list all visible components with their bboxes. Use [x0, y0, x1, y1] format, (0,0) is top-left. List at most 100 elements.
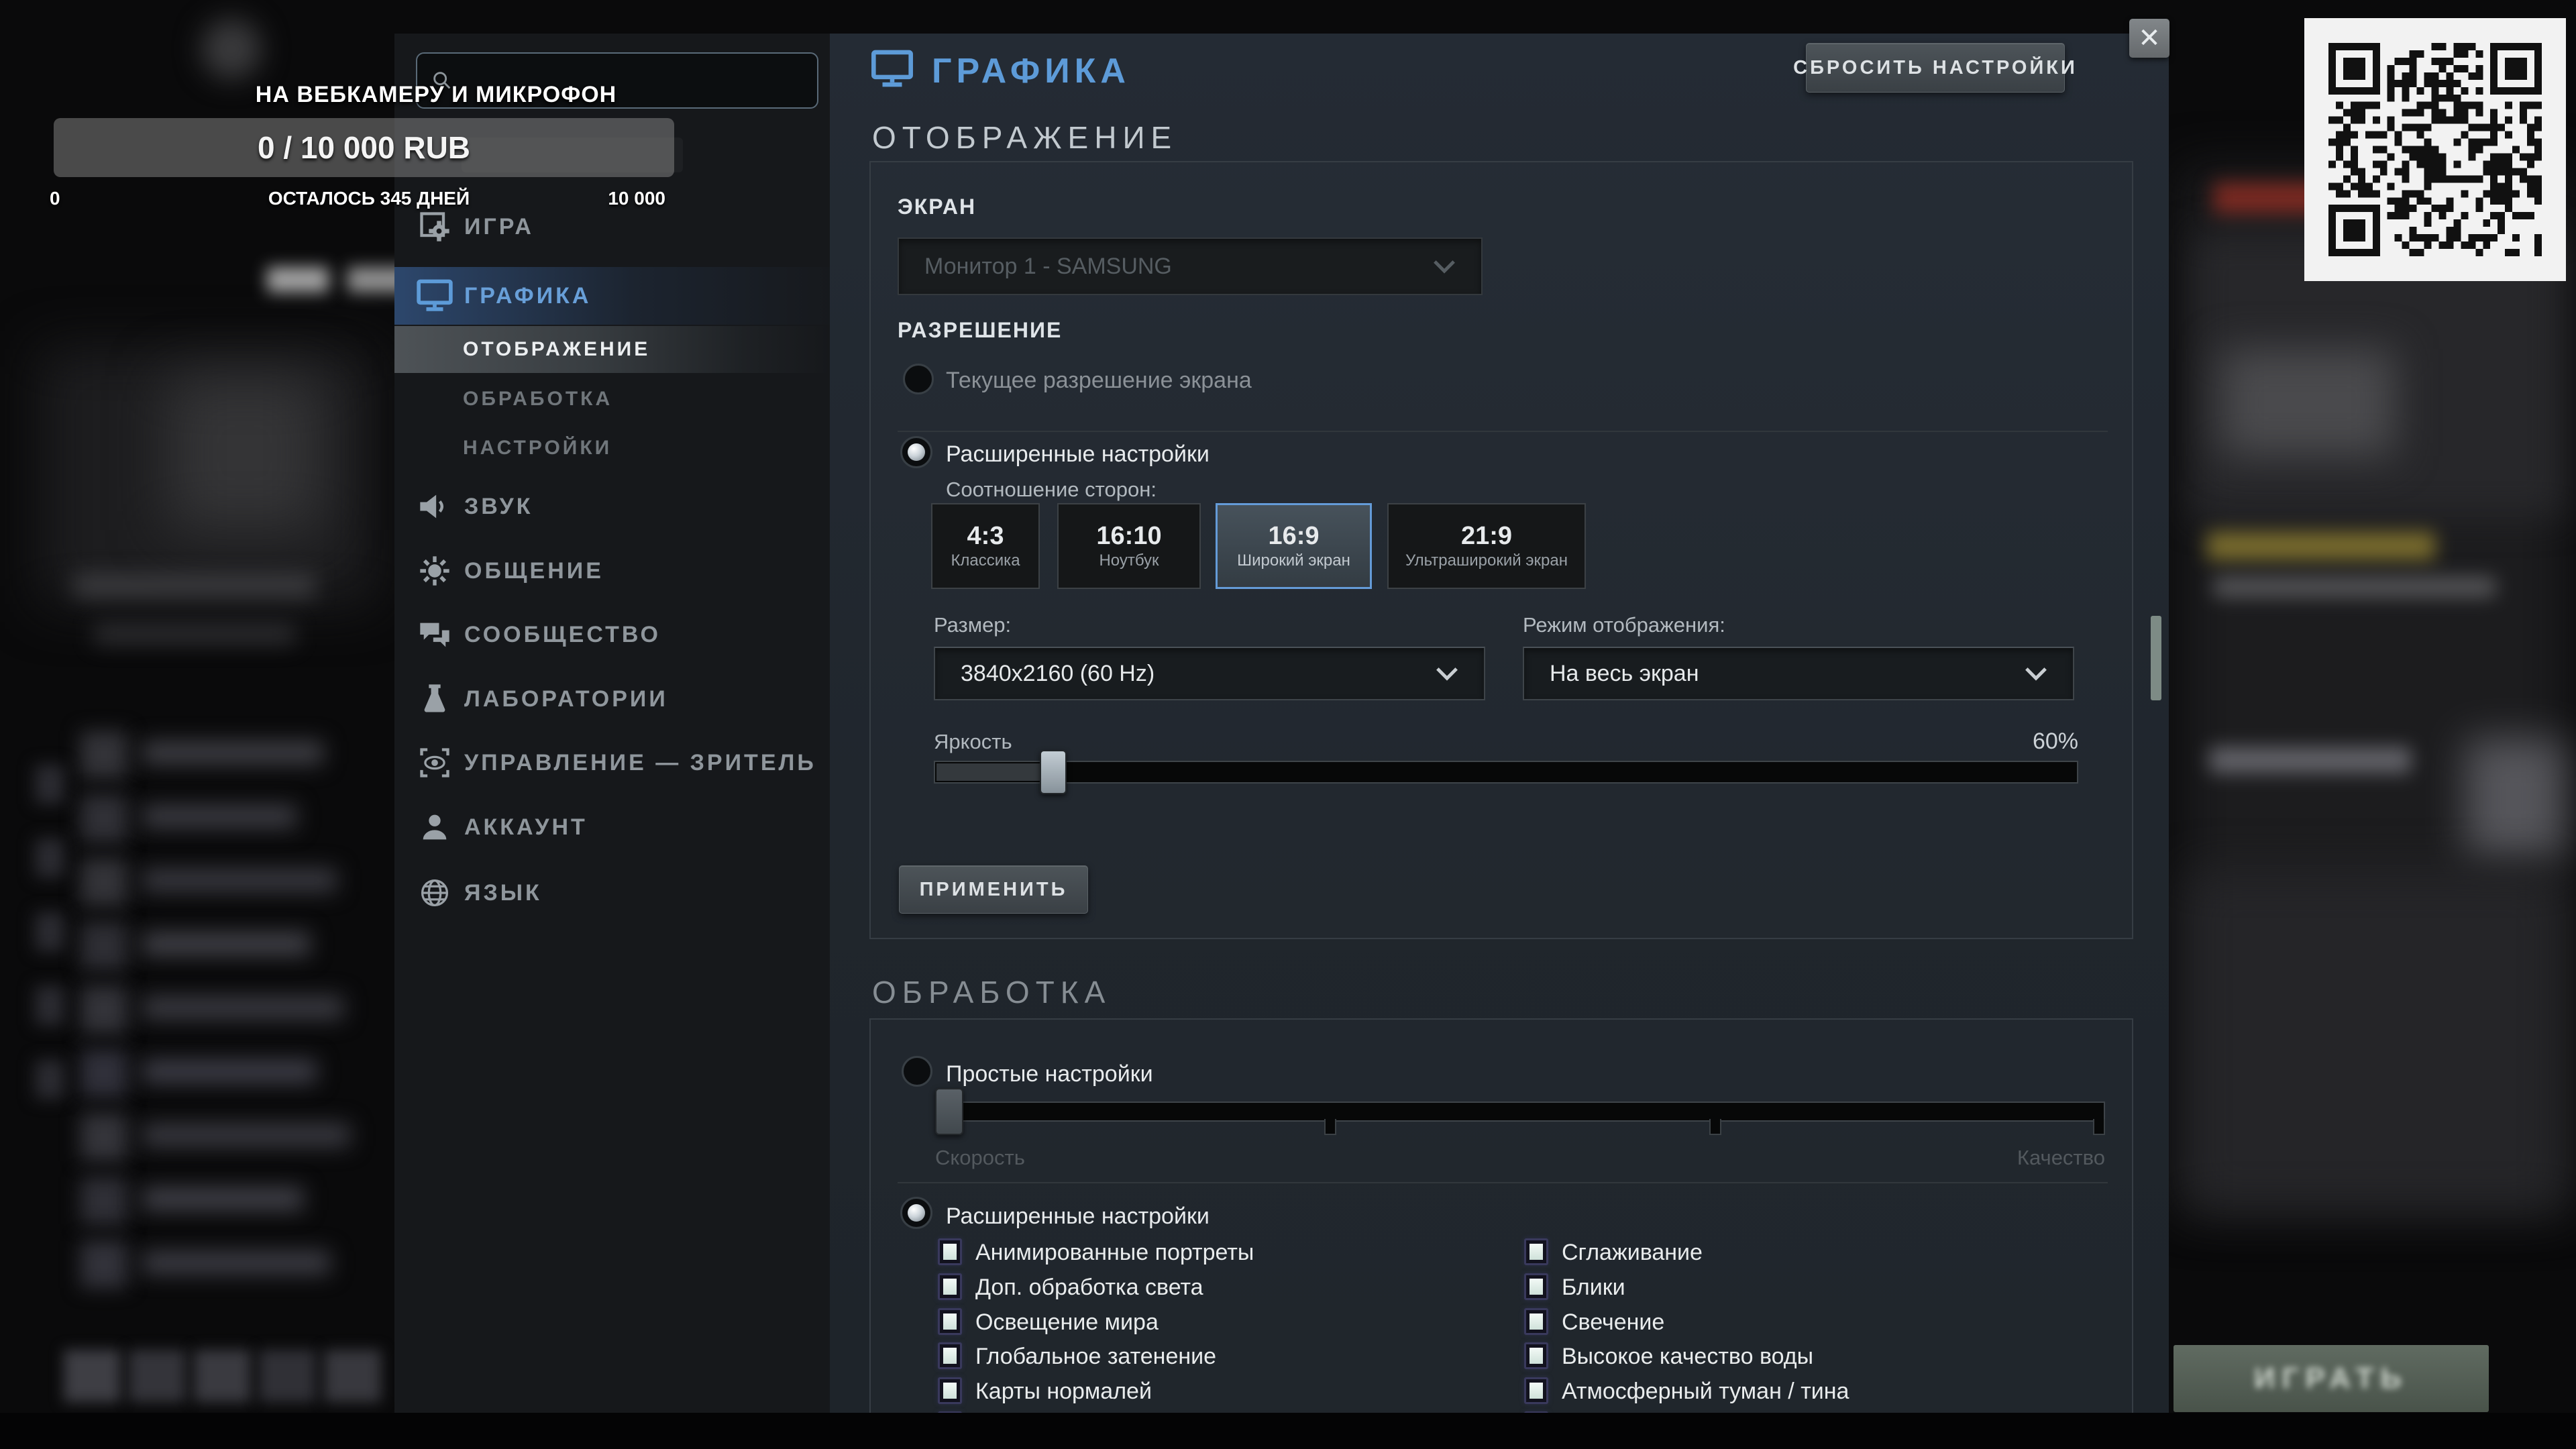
checkbox-atmospheric-fog[interactable] [1524, 1377, 1548, 1404]
popup-amount: 0 / 10 000 RUB [54, 118, 674, 177]
chevron-down-icon [1436, 666, 1458, 681]
background-blur [2180, 168, 2569, 1214]
radio-simple-settings-label[interactable]: Простые настройки [946, 1061, 1153, 1087]
background-blur [80, 986, 127, 1033]
radio-advanced-settings-label[interactable]: Расширенные настройки [946, 1203, 1210, 1230]
sidebar-subitem-label: НАСТРОЙКИ [463, 437, 612, 460]
aspect-option-21-9[interactable]: 21:9 Ультраширокий экран [1387, 503, 1586, 589]
sidebar-subitem-display[interactable]: ОТОБРАЖЕНИЕ [394, 326, 830, 373]
background-blur [2465, 738, 2566, 859]
sidebar-item-account[interactable]: АККАУНТ [394, 803, 830, 851]
slider-tick [1709, 1119, 1721, 1135]
sidebar-item-label: АККАУНТ [464, 814, 588, 841]
sidebar-subitem-label: ОБРАБОТКА [463, 388, 612, 411]
aspect-option-16-9[interactable]: 16:9 Широкий экран [1216, 503, 1372, 589]
background-blur [80, 922, 127, 969]
checkbox-antialiasing[interactable] [1524, 1238, 1548, 1265]
checkbox-label[interactable]: Анимированные портреты [975, 1240, 1254, 1266]
checkbox-high-quality-water[interactable] [1524, 1342, 1548, 1369]
checkbox-label[interactable]: Карты нормалей [975, 1379, 1152, 1405]
checkbox-label[interactable]: Высокое качество воды [1562, 1344, 1813, 1370]
checkbox-extra-light-processing[interactable] [938, 1273, 962, 1300]
background-blur [142, 932, 310, 955]
sidebar-item-spectator-controls[interactable]: УПРАВЛЕНИЕ — ЗРИТЕЛЬ [394, 739, 830, 787]
qr-code [2304, 18, 2566, 281]
aspect-sublabel: Классика [951, 553, 1020, 569]
play-button[interactable]: ИГРАТЬ [2174, 1345, 2489, 1412]
slider-tick [1324, 1119, 1336, 1135]
aspect-option-16-10[interactable]: 16:10 Ноутбук [1057, 503, 1201, 589]
sidebar-item-label: УПРАВЛЕНИЕ — ЗРИТЕЛЬ [464, 750, 816, 776]
display-mode-select[interactable]: На весь экран [1523, 647, 2074, 700]
background-blur [324, 1350, 381, 1402]
checkbox-label[interactable]: Освещение мира [975, 1309, 1159, 1336]
checkbox-label[interactable]: Блики [1562, 1275, 1625, 1301]
checkbox-label[interactable]: Сглаживание [1562, 1240, 1703, 1266]
radio-advanced-resolution[interactable] [900, 436, 932, 468]
background-blur [142, 1187, 303, 1210]
background-blur [35, 1060, 64, 1099]
background-blur [2214, 577, 2496, 597]
size-select[interactable]: 3840x2160 (60 Hz) [934, 647, 1485, 700]
popup-heading: НА ВЕБКАМЕРУ И МИКРОФОН [201, 82, 671, 108]
aspect-option-4-3[interactable]: 4:3 Классика [931, 503, 1040, 589]
close-button[interactable]: ✕ [2129, 19, 2169, 58]
radio-advanced-resolution-label[interactable]: Расширенные настройки [946, 441, 1210, 468]
popup-amount-text: 0 / 10 000 RUB [258, 129, 470, 166]
aspect-sublabel: Ноутбук [1099, 553, 1159, 569]
brightness-slider-track[interactable] [934, 761, 2078, 784]
checkbox-world-lighting[interactable] [938, 1308, 962, 1335]
background-blur [201, 19, 262, 79]
quality-slider-track[interactable] [935, 1102, 2105, 1122]
background-blur [142, 741, 323, 764]
radio-current-resolution[interactable] [903, 364, 934, 394]
checkbox-label[interactable]: Свечение [1562, 1309, 1664, 1336]
radio-advanced-settings[interactable] [900, 1197, 932, 1229]
monitor-select-value: Монитор 1 - SAMSUNG [924, 254, 1433, 280]
brightness-slider-handle[interactable] [1040, 750, 1067, 794]
spectator-eye-icon [416, 744, 453, 782]
background-blur [40, 349, 376, 604]
reset-settings-button[interactable]: СБРОСИТЬ НАСТРОЙКИ [1806, 43, 2065, 93]
background-blur [80, 731, 127, 778]
checkbox-label[interactable]: Доп. обработка света [975, 1275, 1203, 1301]
sidebar-item-game[interactable]: ИГРА [394, 203, 830, 251]
sidebar-item-label: ГРАФИКА [464, 283, 591, 309]
slider-quality-label: Качество [1967, 1146, 2105, 1170]
checkbox-label[interactable]: Глобальное затенение [975, 1344, 1216, 1370]
game-icon [416, 208, 453, 246]
apply-button[interactable]: ПРИМЕНИТЬ [899, 865, 1088, 914]
monitor-select[interactable]: Монитор 1 - SAMSUNG [898, 237, 1483, 295]
page-title: ГРАФИКА [932, 51, 1130, 91]
checkbox-ambient-occlusion[interactable] [938, 1342, 962, 1369]
sidebar-subitem-processing[interactable]: ОБРАБОТКА [394, 376, 830, 423]
aspect-value: 16:9 [1268, 523, 1319, 549]
background-blur [259, 1350, 316, 1402]
panel-scrollbar-thumb[interactable] [2151, 616, 2161, 700]
checkbox-animated-portraits[interactable] [938, 1238, 962, 1265]
radio-current-resolution-label[interactable]: Текущее разрешение экрана [946, 368, 1252, 394]
communication-icon [416, 552, 453, 590]
sidebar-subitem-options[interactable]: НАСТРОЙКИ [394, 425, 830, 472]
sidebar-item-labs[interactable]: ЛАБОРАТОРИИ [394, 675, 830, 723]
background-blur [80, 1241, 127, 1288]
sidebar-item-graphics[interactable]: ГРАФИКА [394, 267, 830, 325]
display-section-box: ЭКРАН Монитор 1 - SAMSUNG РАЗРЕШЕНИЕ Тек… [869, 161, 2133, 939]
checkbox-normal-maps[interactable] [938, 1377, 962, 1404]
background-blur [142, 805, 297, 828]
checkbox-label[interactable]: Атмосферный туман / тина [1562, 1379, 1849, 1405]
sidebar-item-label: ИГРА [464, 214, 534, 240]
display-section-title: ОТОБРАЖЕНИЕ [872, 119, 1177, 156]
radio-simple-settings[interactable] [902, 1056, 932, 1087]
monitor-icon [416, 277, 453, 315]
sidebar-item-community[interactable]: СООБЩЕСТВО [394, 610, 830, 659]
sidebar-item-language[interactable]: ЯЗЫК [394, 869, 830, 917]
background-blur [2187, 872, 2563, 1208]
processing-section-title: ОБРАБОТКА [872, 974, 1111, 1010]
quality-slider-handle[interactable] [935, 1088, 963, 1135]
sidebar-item-sound[interactable]: ЗВУК [394, 482, 830, 531]
sidebar-item-communication[interactable]: ОБЩЕНИЕ [394, 547, 830, 595]
slider-speed-label: Скорость [935, 1146, 1025, 1170]
checkbox-glow[interactable] [1524, 1308, 1548, 1335]
checkbox-specular[interactable] [1524, 1273, 1548, 1300]
